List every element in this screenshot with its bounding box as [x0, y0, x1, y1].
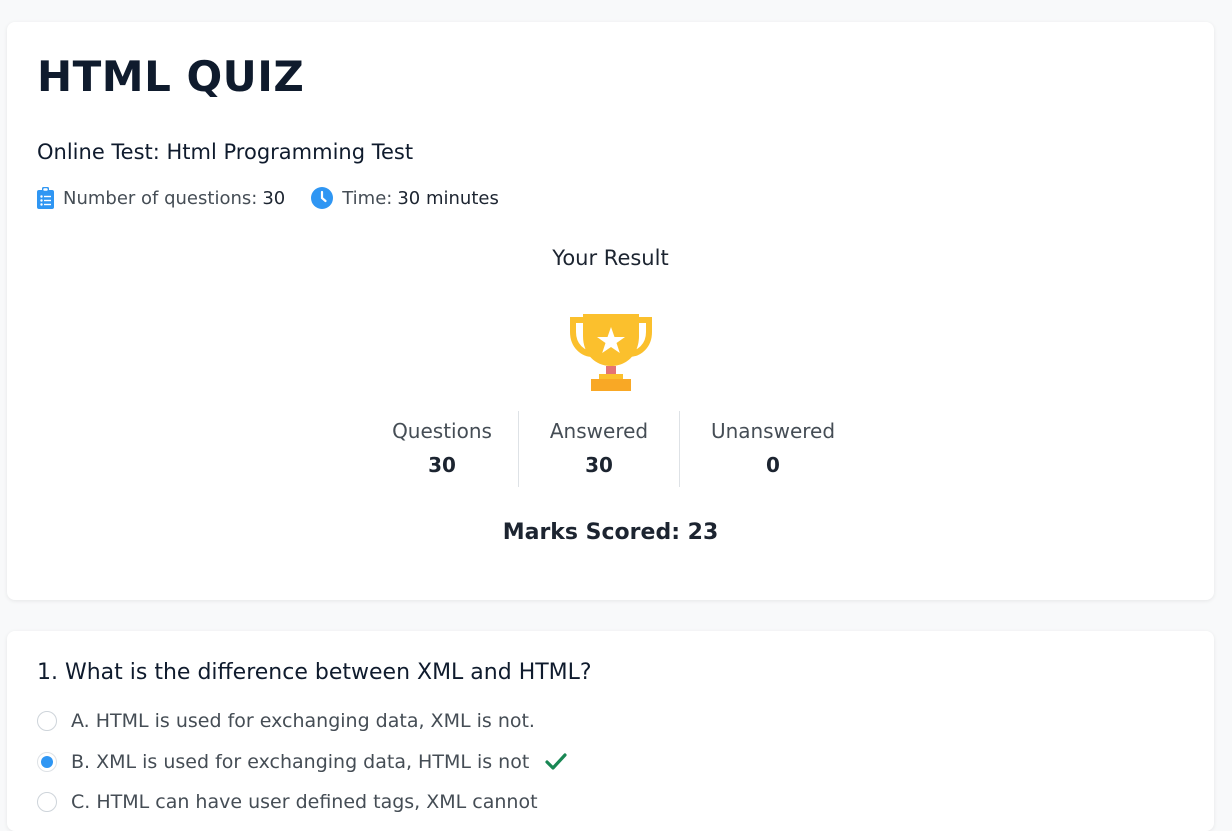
result-title: Your Result [552, 246, 669, 270]
page-title: HTML QUIZ [37, 52, 305, 101]
question-card: 1. What is the difference between XML an… [7, 631, 1214, 831]
option-label: C. HTML can have user defined tags, XML … [71, 791, 538, 813]
radio-button-selected[interactable] [37, 752, 57, 772]
question-text: 1. What is the difference between XML an… [37, 660, 592, 685]
stat-label: Answered [549, 419, 649, 443]
stat-value: 30 [428, 453, 456, 477]
clock-icon [311, 187, 334, 209]
questions-label: Number of questions: [63, 187, 258, 209]
option-label: A. HTML is used for exchanging data, XML… [71, 710, 535, 732]
stat-questions: Questions 30 [366, 411, 518, 487]
option-a[interactable]: A. HTML is used for exchanging data, XML… [37, 710, 535, 732]
time-value: 30 minutes [397, 187, 499, 209]
time-info: Time: 30 minutes [311, 187, 499, 209]
stat-answered: Answered 30 [518, 411, 679, 487]
stat-value: 0 [766, 453, 780, 477]
time-label: Time: [342, 187, 393, 209]
trophy-icon [569, 312, 653, 392]
checkmark-icon [545, 753, 567, 771]
result-stats: Questions 30 Answered 30 Unanswered 0 [366, 411, 866, 487]
option-b[interactable]: B. XML is used for exchanging data, HTML… [37, 751, 567, 773]
questions-count: 30 [262, 187, 286, 209]
radio-button[interactable] [37, 792, 57, 812]
question-count-info: Number of questions: 30 [37, 187, 285, 209]
stat-label: Unanswered [710, 419, 836, 443]
stat-value: 30 [585, 453, 613, 477]
test-subtitle: Online Test: Html Programming Test [37, 140, 414, 164]
option-label: B. XML is used for exchanging data, HTML… [71, 751, 530, 773]
quiz-meta: Number of questions: 30 Time: 30 minutes [37, 187, 499, 209]
marks-scored: Marks Scored: 23 [502, 520, 719, 545]
stat-unanswered: Unanswered 0 [679, 411, 866, 487]
clipboard-list-icon [37, 187, 54, 209]
option-c[interactable]: C. HTML can have user defined tags, XML … [37, 791, 538, 813]
stat-label: Questions [392, 419, 492, 443]
radio-button[interactable] [37, 711, 57, 731]
quiz-summary-card: HTML QUIZ Online Test: Html Programming … [7, 22, 1214, 600]
